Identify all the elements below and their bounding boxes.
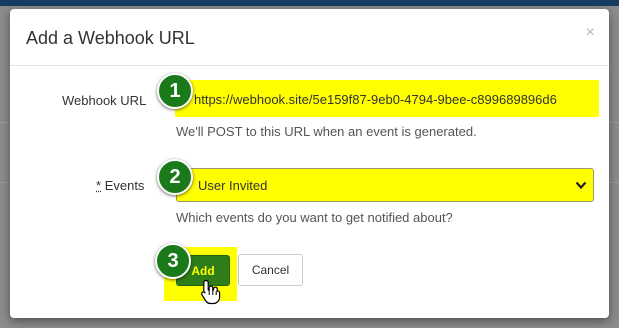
cancel-button[interactable]: Cancel: [238, 254, 303, 286]
step-badge-2: 2: [157, 159, 193, 195]
url-help-text: We'll POST to this URL when an event is …: [176, 124, 477, 139]
app-header-bar: [0, 0, 619, 6]
events-select[interactable]: User Invited: [176, 168, 594, 202]
close-icon[interactable]: ×: [586, 24, 595, 42]
events-selected-value: User Invited: [198, 178, 268, 193]
modal-title: Add a Webhook URL: [26, 28, 195, 48]
events-label: * Events: [96, 178, 144, 193]
events-help-text: Which events do you want to get notified…: [176, 210, 453, 225]
events-label-text: Events: [104, 178, 145, 193]
webhook-url-input[interactable]: [179, 88, 591, 110]
step-badge-1: 1: [157, 73, 193, 109]
modal-header: Add a Webhook URL ×: [10, 9, 609, 66]
required-mark: *: [96, 178, 102, 193]
hand-pointer-icon: [201, 279, 221, 305]
step-badge-3: 3: [155, 243, 191, 279]
chevron-down-icon: [575, 181, 587, 190]
webhook-modal: Add a Webhook URL × Webhook URL We'll PO…: [10, 9, 609, 318]
webhook-url-label: Webhook URL: [62, 93, 147, 108]
